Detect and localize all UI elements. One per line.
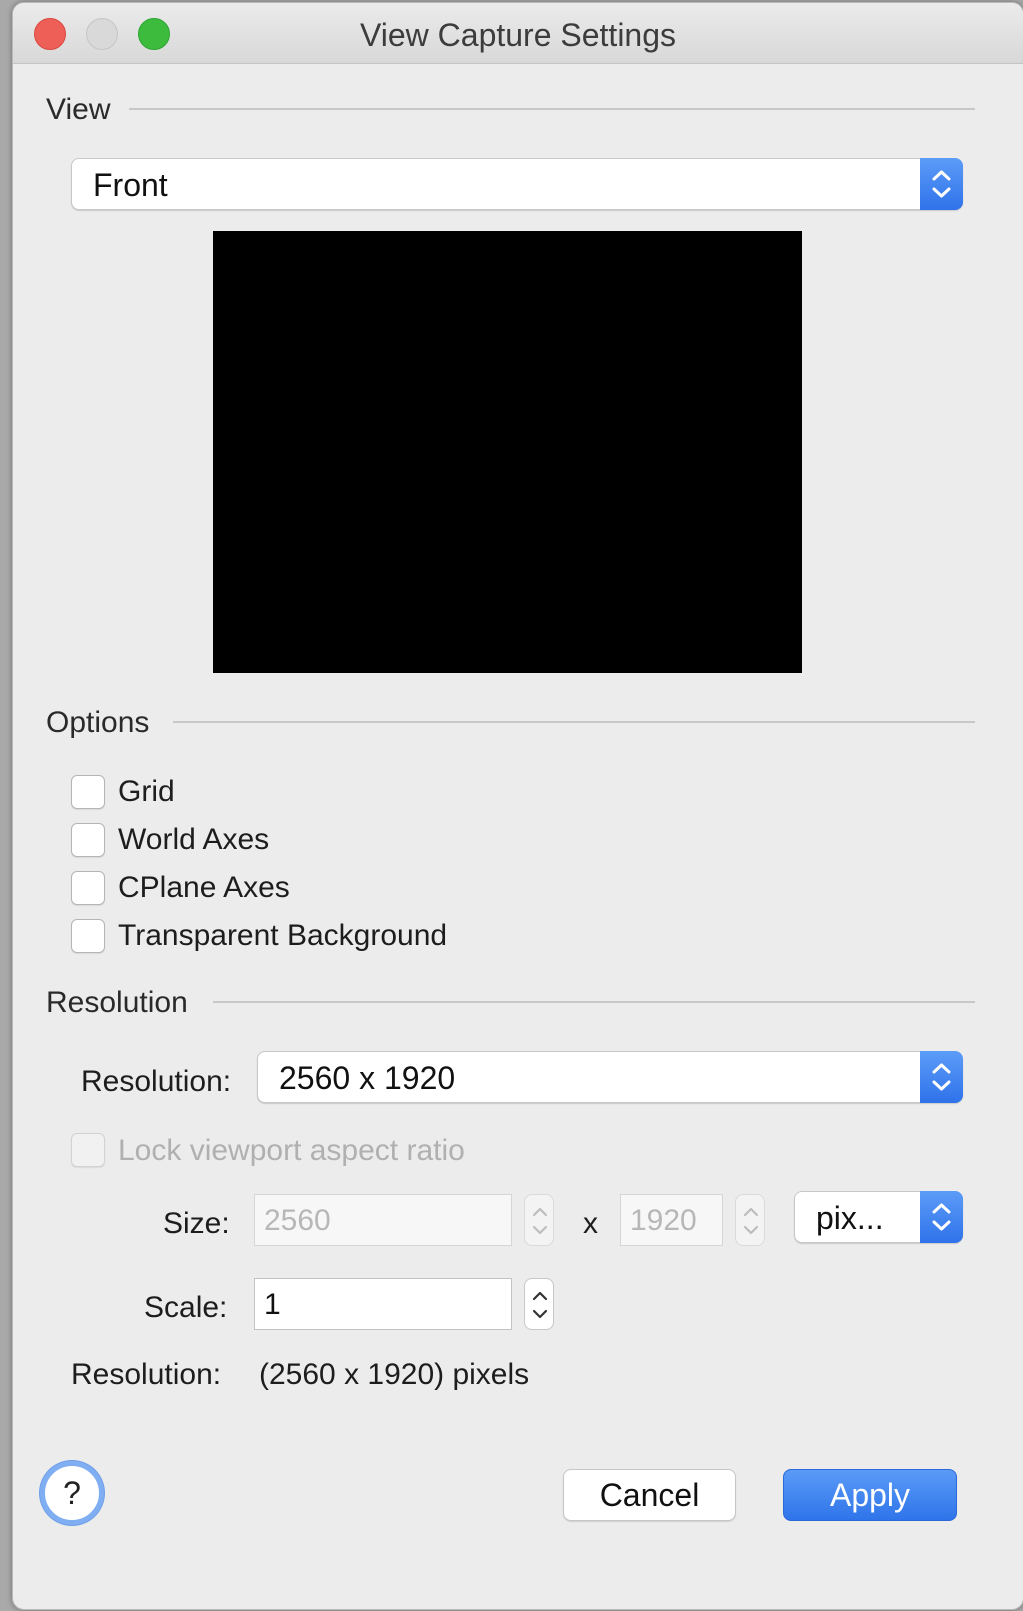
lock-aspect-checkbox-label: Lock viewport aspect ratio xyxy=(118,1134,465,1167)
resolution-section-heading: Resolution xyxy=(46,986,188,1019)
width-stepper[interactable] xyxy=(524,1194,554,1246)
transparent-background-checkbox[interactable] xyxy=(71,919,105,953)
apply-button[interactable]: Apply xyxy=(783,1469,957,1521)
lock-aspect-checkbox[interactable] xyxy=(71,1133,105,1167)
stepper-arrows-icon xyxy=(743,1207,759,1235)
view-select[interactable]: Front xyxy=(71,158,963,210)
size-times-label: x xyxy=(583,1207,598,1240)
view-preview xyxy=(213,231,802,673)
height-stepper[interactable] xyxy=(735,1194,765,1246)
resolution-select-value: 2560 x 1920 xyxy=(279,1060,456,1096)
resolution-label: Resolution: xyxy=(81,1065,232,1098)
view-capture-settings-window: View Capture Settings View Front Options… xyxy=(12,2,1023,1610)
scale-field[interactable]: 1 xyxy=(254,1278,512,1330)
view-section-divider xyxy=(129,108,975,110)
updown-chevron-icon xyxy=(920,1191,963,1243)
view-select-value: Front xyxy=(93,167,168,203)
cplane-axes-checkbox-label[interactable]: CPlane Axes xyxy=(118,871,290,905)
cplane-axes-checkbox[interactable] xyxy=(71,871,105,905)
options-section-divider xyxy=(173,721,975,723)
help-button[interactable]: ? xyxy=(40,1461,104,1525)
world-axes-checkbox[interactable] xyxy=(71,823,105,857)
stepper-arrows-icon xyxy=(532,1291,548,1319)
updown-chevron-icon xyxy=(920,1051,963,1103)
scale-label: Scale: xyxy=(144,1291,228,1324)
updown-chevron-icon xyxy=(920,158,963,210)
resolution-select[interactable]: 2560 x 1920 xyxy=(257,1051,963,1103)
stepper-arrows-icon xyxy=(532,1207,548,1235)
scale-stepper[interactable] xyxy=(524,1278,554,1330)
title-bar: View Capture Settings xyxy=(13,3,1023,64)
height-field[interactable]: 1920 xyxy=(620,1194,723,1246)
cancel-button[interactable]: Cancel xyxy=(563,1469,736,1521)
computed-resolution-label: Resolution: xyxy=(71,1358,222,1391)
grid-checkbox[interactable] xyxy=(71,775,105,809)
unit-select-value: pix... xyxy=(816,1200,884,1236)
width-field[interactable]: 2560 xyxy=(254,1194,512,1246)
size-label: Size: xyxy=(163,1207,230,1240)
resolution-section-divider xyxy=(213,1001,975,1003)
options-section-heading: Options xyxy=(46,706,150,739)
grid-checkbox-label[interactable]: Grid xyxy=(118,775,175,809)
unit-select[interactable]: pix... xyxy=(794,1191,963,1243)
view-section-heading: View xyxy=(46,93,111,126)
transparent-background-checkbox-label[interactable]: Transparent Background xyxy=(118,919,447,953)
world-axes-checkbox-label[interactable]: World Axes xyxy=(118,823,269,857)
window-title: View Capture Settings xyxy=(359,17,677,53)
computed-resolution-value: (2560 x 1920) pixels xyxy=(259,1358,530,1391)
